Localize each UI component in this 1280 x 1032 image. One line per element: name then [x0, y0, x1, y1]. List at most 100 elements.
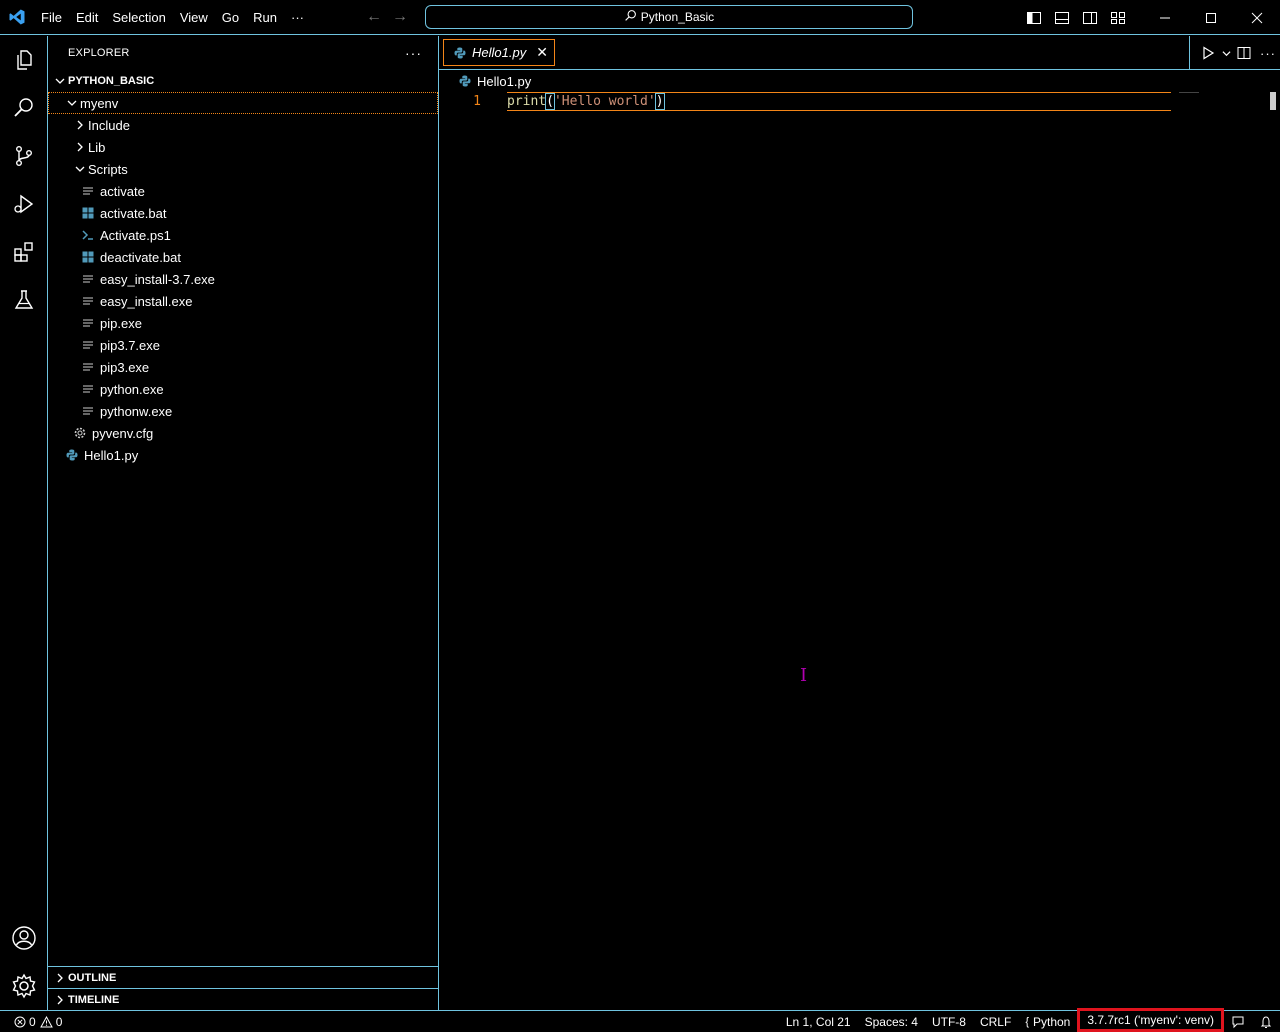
- extensions-icon[interactable]: [0, 228, 48, 276]
- settings-gear-icon[interactable]: [0, 962, 48, 1010]
- menu-selection[interactable]: Selection: [105, 0, 172, 35]
- menu-file[interactable]: File: [34, 0, 69, 35]
- source-control-icon[interactable]: [0, 132, 48, 180]
- chevron-down-icon: [64, 95, 80, 111]
- maximize-icon[interactable]: [1188, 0, 1234, 35]
- testing-flask-icon[interactable]: [0, 276, 48, 324]
- minimap[interactable]: [1179, 92, 1199, 94]
- chevron-down-icon: [52, 73, 68, 89]
- close-tab-icon[interactable]: ✕: [536, 44, 548, 61]
- explorer-header: EXPLORER ···: [48, 36, 438, 70]
- tree-item-label: pip.exe: [100, 315, 142, 331]
- feedback-icon[interactable]: [1224, 1011, 1252, 1032]
- tree-item-label: Scripts: [88, 161, 128, 177]
- tab-hello1-py[interactable]: Hello1.py ✕: [443, 39, 555, 66]
- more-actions-icon[interactable]: ···: [1256, 46, 1280, 61]
- lines-icon: [80, 183, 96, 199]
- customize-layout-icon[interactable]: [1104, 0, 1132, 35]
- problems-indicator[interactable]: 0 0: [0, 1015, 62, 1029]
- python-file-icon: [457, 73, 473, 89]
- tree-item[interactable]: Lib: [48, 136, 438, 158]
- forward-arrow-icon[interactable]: →: [387, 8, 413, 26]
- menu-edit[interactable]: Edit: [69, 0, 105, 35]
- end-of-line[interactable]: CRLF: [973, 1011, 1018, 1032]
- chevron-down-icon[interactable]: [1220, 49, 1232, 58]
- status-bar: 0 0 Ln 1, Col 21 Spaces: 4 UTF-8 CRLF { …: [0, 1008, 1280, 1032]
- tree-item[interactable]: easy_install.exe: [48, 290, 438, 312]
- notifications-bell-icon[interactable]: [1252, 1011, 1280, 1032]
- menu-view[interactable]: View: [173, 0, 215, 35]
- tree-item-label: pip3.exe: [100, 359, 150, 375]
- command-center[interactable]: Python_Basic: [425, 5, 913, 29]
- run-and-debug-icon[interactable]: [0, 180, 48, 228]
- vertical-scrollbar[interactable]: [1270, 92, 1276, 110]
- lines-icon: [80, 381, 96, 397]
- tree-item-label: pyvenv.cfg: [92, 425, 154, 441]
- editor-tabs: Hello1.py ✕ ···: [439, 36, 1280, 70]
- tree-item[interactable]: pip3.7.exe: [48, 334, 438, 356]
- outline-section[interactable]: OUTLINE: [48, 966, 438, 988]
- toggle-primary-sidebar-icon[interactable]: [1020, 0, 1048, 35]
- minimize-icon[interactable]: [1142, 0, 1188, 35]
- explorer-sidebar: EXPLORER ··· PYTHON_BASIC myenv Include Li…: [48, 36, 439, 1010]
- tree-item[interactable]: myenv: [48, 92, 438, 114]
- menu-run[interactable]: Run: [246, 0, 284, 35]
- token-paren-close: ): [654, 93, 665, 110]
- toggle-panel-icon[interactable]: [1048, 0, 1076, 35]
- tree-item[interactable]: pip3.exe: [48, 356, 438, 378]
- tree-item[interactable]: activate.bat: [48, 202, 438, 224]
- menu-more[interactable]: ···: [284, 0, 311, 35]
- language-mode[interactable]: { Python: [1018, 1011, 1077, 1032]
- search-icon[interactable]: [0, 84, 48, 132]
- tree-item[interactable]: pip.exe: [48, 312, 438, 334]
- tree-item[interactable]: Hello1.py: [48, 444, 438, 466]
- timeline-label: TIMELINE: [68, 993, 120, 1006]
- terminal-icon: [80, 227, 96, 243]
- tree-item[interactable]: Activate.ps1: [48, 224, 438, 246]
- search-icon: [624, 9, 637, 25]
- warning-count: 0: [55, 1014, 63, 1029]
- tree-item[interactable]: activate: [48, 180, 438, 202]
- chevron-right-icon: [52, 970, 68, 986]
- indentation[interactable]: Spaces: 4: [858, 1011, 925, 1032]
- tree-item-label: pip3.7.exe: [100, 337, 160, 353]
- tree-item[interactable]: Include: [48, 114, 438, 136]
- tree-item-label: easy_install-3.7.exe: [100, 271, 215, 287]
- explorer-icon[interactable]: [0, 36, 48, 84]
- lines-icon: [80, 293, 96, 309]
- error-icon: [14, 1016, 26, 1028]
- explorer-more-actions-icon[interactable]: ···: [405, 45, 422, 61]
- braces-icon: {: [1025, 1015, 1029, 1028]
- tree-item-label: Activate.ps1: [100, 227, 171, 243]
- editor-actions: ···: [1189, 36, 1280, 70]
- breadcrumb[interactable]: Hello1.py: [439, 70, 1280, 92]
- back-arrow-icon[interactable]: ←: [361, 8, 387, 26]
- close-window-icon[interactable]: [1234, 0, 1280, 35]
- tree-item[interactable]: Scripts: [48, 158, 438, 180]
- line-number: 1: [473, 94, 481, 109]
- chevron-right-icon: [72, 139, 88, 155]
- code-line[interactable]: 1 print('Hello world'): [439, 92, 1280, 111]
- workspace-root-folder[interactable]: PYTHON_BASIC: [48, 70, 438, 92]
- tree-item[interactable]: pyvenv.cfg: [48, 422, 438, 444]
- token-paren-open: (: [545, 93, 555, 110]
- toggle-secondary-sidebar-icon[interactable]: [1076, 0, 1104, 35]
- run-python-file-icon[interactable]: [1196, 46, 1220, 60]
- python-interpreter-selector[interactable]: 3.7.7rc1 ('myenv': venv): [1077, 1008, 1224, 1032]
- encoding[interactable]: UTF-8: [925, 1011, 973, 1032]
- tree-item-label: activate.bat: [100, 205, 167, 221]
- cursor-position[interactable]: Ln 1, Col 21: [779, 1011, 858, 1032]
- tree-item[interactable]: deactivate.bat: [48, 246, 438, 268]
- tab-label: Hello1.py: [472, 45, 527, 60]
- activity-bar: [0, 36, 48, 1010]
- tree-item[interactable]: pythonw.exe: [48, 400, 438, 422]
- vscode-logo-icon: [0, 0, 34, 35]
- menu-go[interactable]: Go: [215, 0, 246, 35]
- code-editor[interactable]: 1 print('Hello world') I: [439, 92, 1280, 1010]
- tree-item[interactable]: easy_install-3.7.exe: [48, 268, 438, 290]
- tree-item[interactable]: python.exe: [48, 378, 438, 400]
- tree-item-label: pythonw.exe: [100, 403, 173, 419]
- timeline-section[interactable]: TIMELINE: [48, 988, 438, 1010]
- accounts-icon[interactable]: [0, 914, 48, 962]
- split-editor-icon[interactable]: [1232, 46, 1256, 60]
